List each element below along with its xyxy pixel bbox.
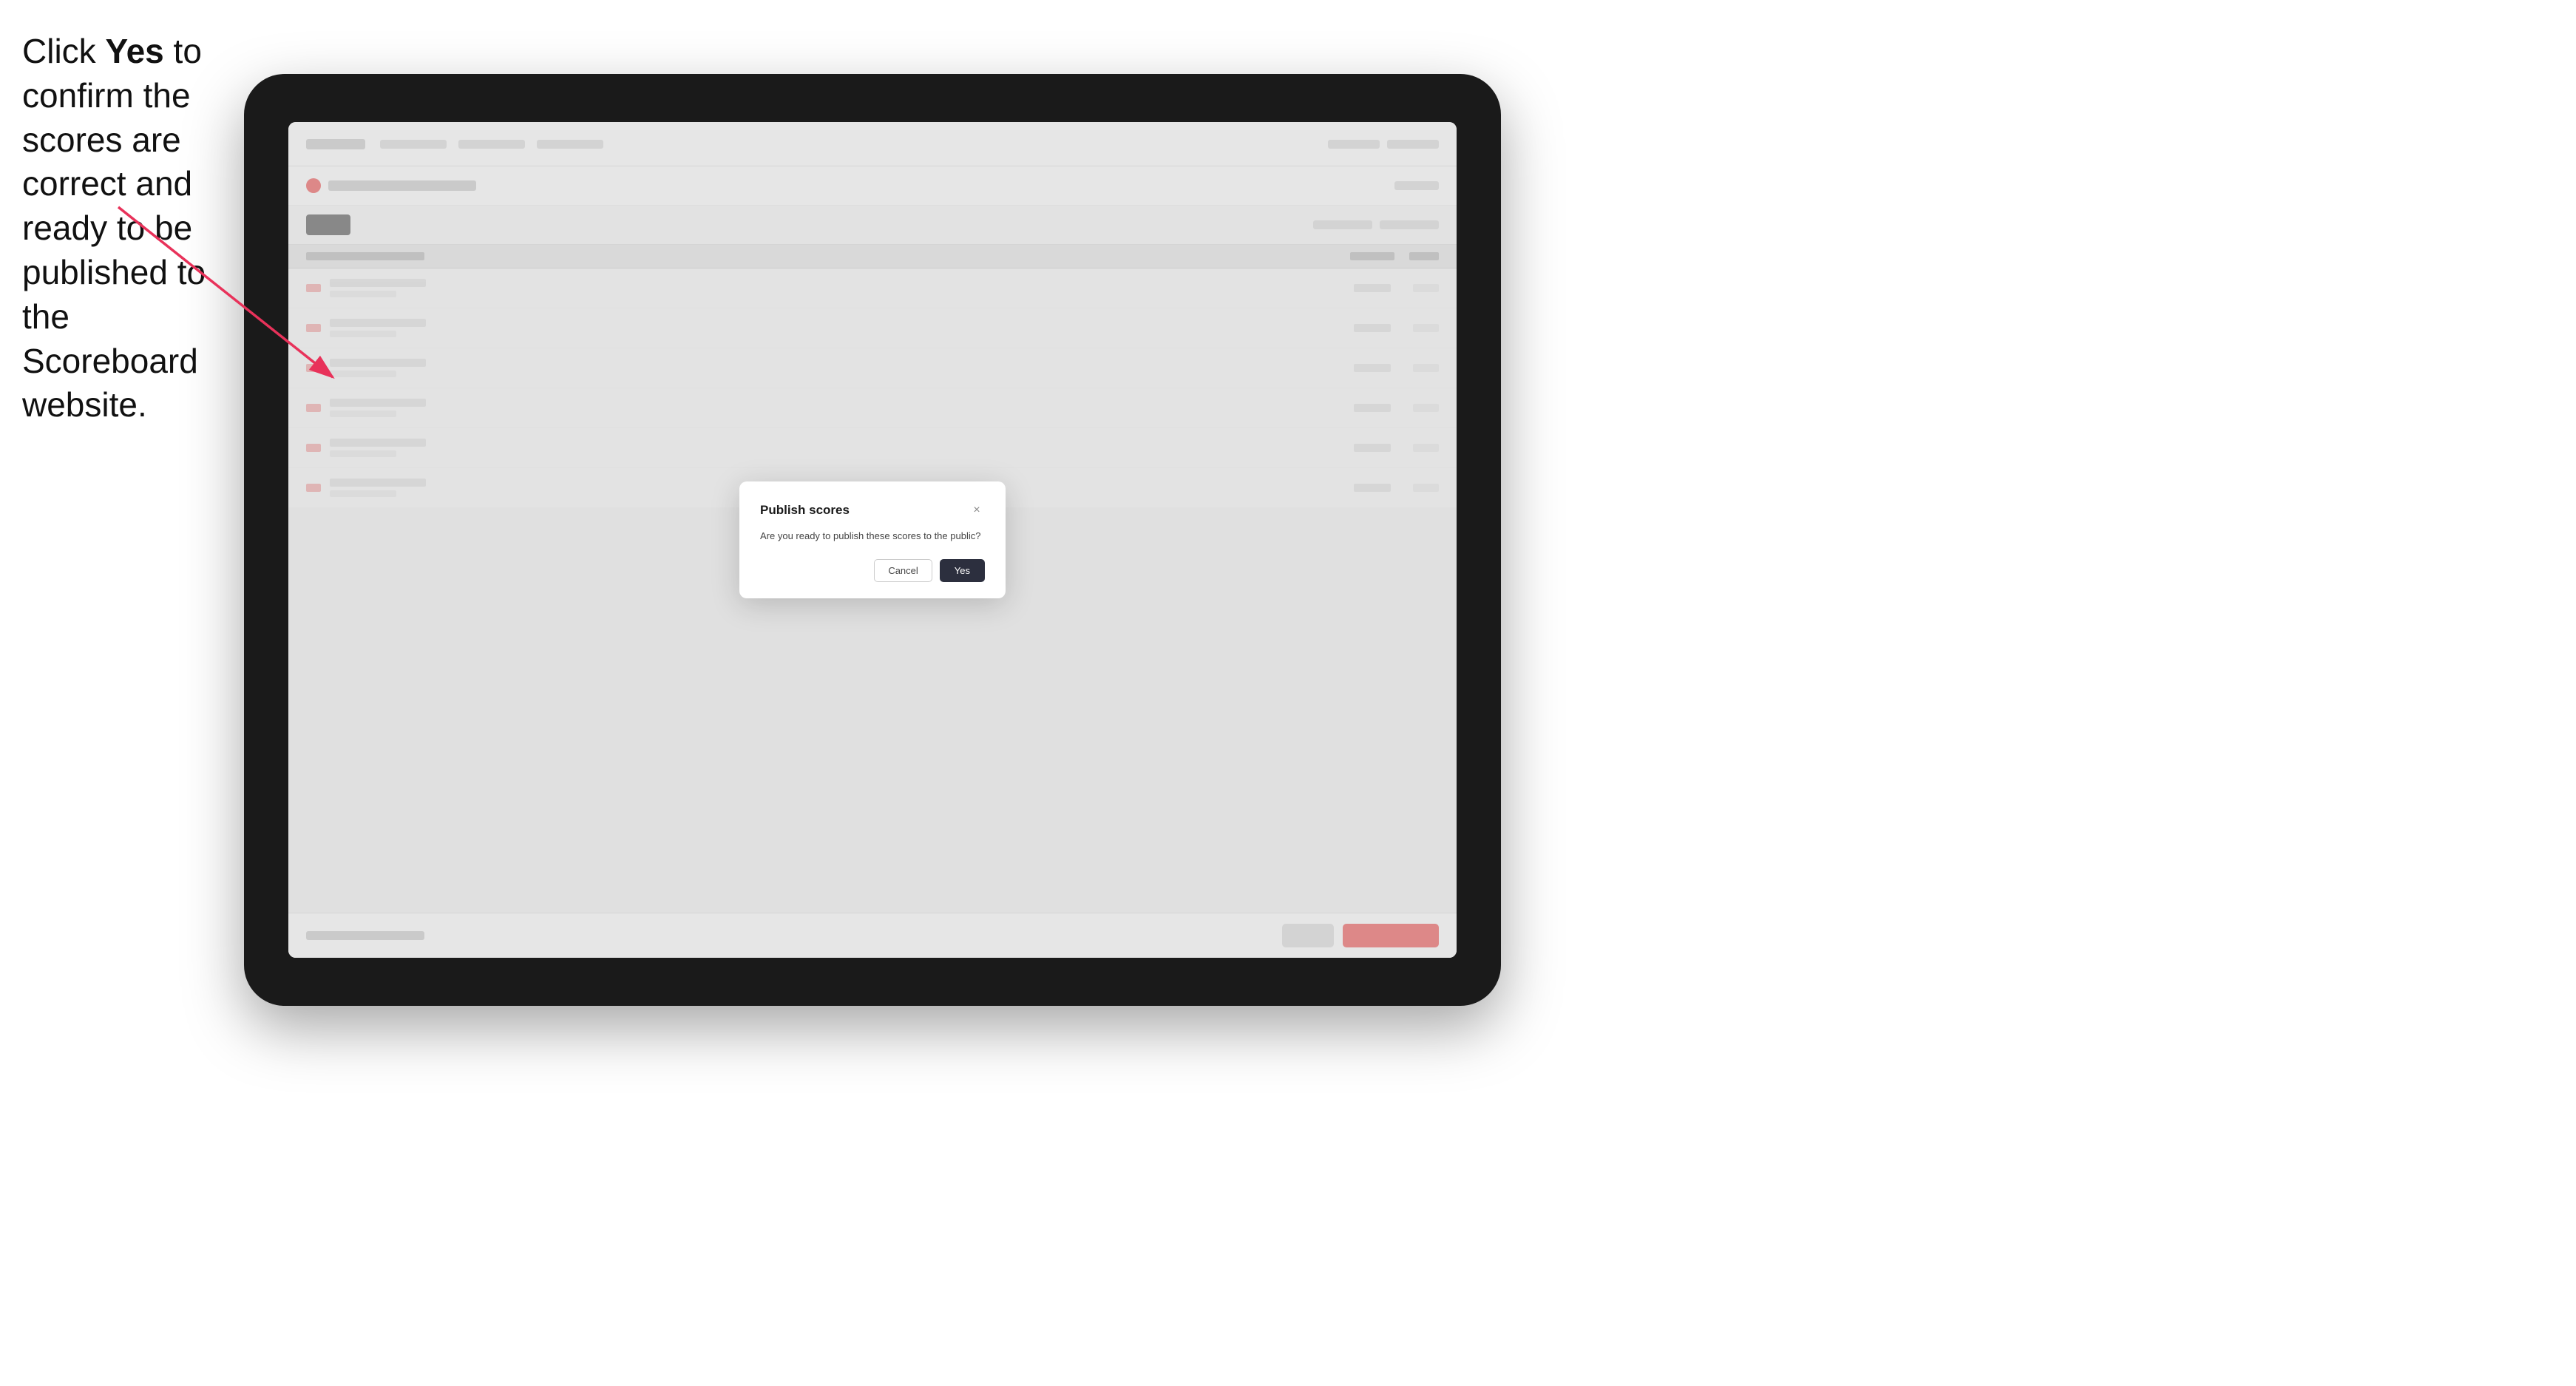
publish-scores-dialog: Publish scores × Are you ready to publis…: [739, 481, 1006, 599]
modal-overlay: Publish scores × Are you ready to publis…: [288, 122, 1457, 958]
app-screen: Publish scores × Are you ready to publis…: [288, 122, 1457, 958]
modal-footer: Cancel Yes: [760, 559, 985, 582]
instruction-prefix: Click: [22, 32, 105, 70]
tablet-frame: Publish scores × Are you ready to publis…: [244, 74, 1501, 1006]
instruction-bold: Yes: [105, 32, 163, 70]
instruction-text: Click Yes to confirm the scores are corr…: [22, 30, 237, 427]
instruction-suffix: to confirm the scores are correct and re…: [22, 32, 206, 424]
modal-yes-button[interactable]: Yes: [940, 559, 985, 582]
modal-header: Publish scores ×: [760, 502, 985, 518]
modal-title: Publish scores: [760, 503, 850, 518]
tablet-screen: Publish scores × Are you ready to publis…: [288, 122, 1457, 958]
modal-close-button[interactable]: ×: [969, 502, 985, 518]
modal-body-text: Are you ready to publish these scores to…: [760, 529, 985, 544]
modal-cancel-button[interactable]: Cancel: [874, 559, 932, 582]
